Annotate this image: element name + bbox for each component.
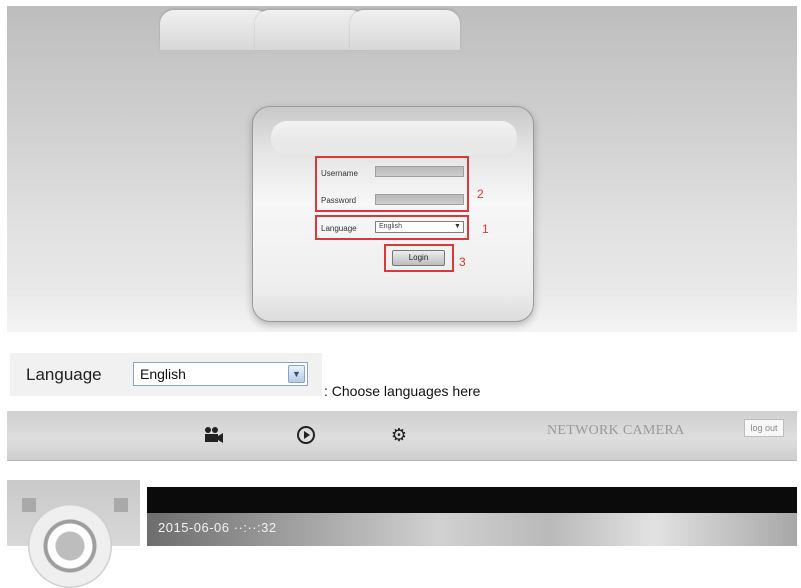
language-select-value: English bbox=[140, 366, 186, 382]
annotation-number-1: 1 bbox=[482, 222, 489, 236]
panel-gloss bbox=[271, 121, 517, 155]
gear-icon[interactable]: ⚙ bbox=[388, 424, 410, 446]
login-panel bbox=[252, 106, 534, 322]
language-select[interactable]: English ▼ bbox=[133, 362, 308, 386]
annotation-number-3: 3 bbox=[459, 255, 466, 269]
video-camera-icon[interactable] bbox=[202, 424, 224, 446]
language-label: Language bbox=[26, 365, 102, 384]
annotation-box-login bbox=[384, 244, 454, 272]
chevron-down-icon: ▼ bbox=[288, 365, 305, 383]
tab-settings[interactable] bbox=[350, 10, 460, 50]
video-timestamp: 2015-06-06 ··:··:32 bbox=[158, 520, 277, 535]
annotation-box-credentials bbox=[315, 156, 469, 212]
video-preview bbox=[147, 487, 797, 546]
ptz-control[interactable] bbox=[28, 504, 112, 588]
language-caption: : Choose languages here bbox=[324, 383, 481, 399]
tab-playback[interactable] bbox=[255, 10, 365, 50]
play-icon[interactable] bbox=[295, 424, 317, 446]
annotation-box-language bbox=[315, 215, 469, 240]
corner-marker bbox=[22, 498, 36, 512]
tab-live-video[interactable] bbox=[160, 10, 270, 50]
logout-button[interactable]: log out bbox=[744, 419, 784, 437]
annotation-number-2: 2 bbox=[477, 187, 484, 201]
brand-text: NETWORK CAMERA bbox=[547, 423, 685, 438]
corner-marker bbox=[114, 498, 128, 512]
